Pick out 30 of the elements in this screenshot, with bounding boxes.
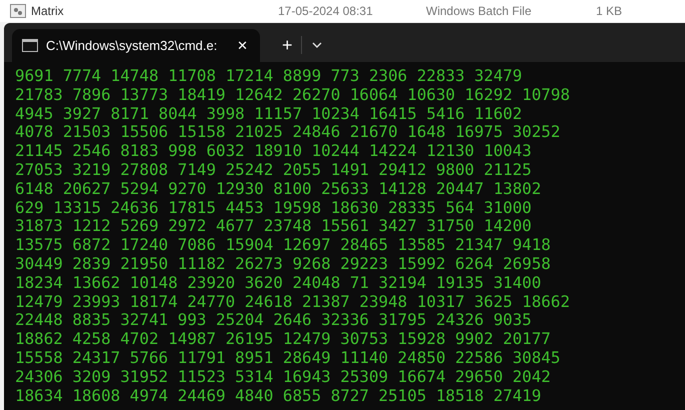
dropdown-chevron-icon[interactable]: [312, 42, 322, 48]
output-line: 4078 21503 15506 15158 21025 24846 21670 1648 16975 30252: [15, 123, 560, 142]
tab-title: C:\Windows\system32\cmd.e:: [46, 36, 218, 55]
output-line: 30449 2839 21950 11182 26273 9268 29223 15992 6264 26958: [15, 254, 551, 274]
file-type: Windows Batch File: [426, 3, 532, 20]
output-line: 9691 7774 14748 11708 17214 8899 773 2306 22833 32479: [15, 67, 522, 86]
output-line: 12479 23993 18174 24770 24618 21387 23948 10317 3625 18662: [15, 292, 570, 312]
output-line: 27053 3219 27808 7149 25242 2055 1491 29412 9800 21125: [15, 160, 532, 180]
output-line: 629 13315 24636 17815 4453 19598 18630 28335 564 31000: [15, 198, 532, 218]
output-line: 31873 1212 5269 2972 4677 23748 15561 3427 31750 14200: [15, 217, 532, 236]
terminal-tab[interactable]: C:\Windows\system32\cmd.e: ✕: [12, 29, 260, 62]
output-line: 21783 7896 13773 18419 12642 26270 16064 10630 16292 10798: [15, 86, 570, 105]
output-line: 18634 18608 4974 24469 4840 6855 8727 25105 18518 27419: [15, 386, 542, 406]
output-line: 18862 4258 4702 14987 26195 12479 30753 15928 9902 20177: [15, 330, 551, 349]
output-line: 6148 20627 5294 9270 12930 8100 25633 14128 20447 13802: [15, 180, 542, 199]
output-line: 24306 3209 31952 11523 5314 16943 25309 16674 29650 2042: [15, 368, 551, 387]
file-name: Matrix: [31, 3, 65, 20]
batch-file-icon: [10, 4, 26, 18]
new-tab-button[interactable]: +: [274, 29, 301, 62]
output-line: 4945 3927 8171 8044 3998 11157 10234 16415 5416 11602: [15, 104, 522, 124]
terminal-icon: [22, 39, 38, 52]
close-tab-button[interactable]: ✕: [235, 36, 250, 56]
output-line: 22448 8835 32741 993 25204 2646 32336 31795 24326 9035: [15, 311, 532, 330]
output-line: 21145 2546 8183 998 6032 18910 10244 14224 12130 10043: [15, 142, 532, 161]
output-line: 18234 13662 10148 23920 3620 24048 71 32194 19135 31400: [15, 274, 542, 293]
output-line: 13575 6872 17240 7086 15904 12697 28465 13585 21347 9418: [15, 236, 551, 255]
file-row[interactable]: Matrix 17-05-2024 08:31 Windows Batch File 1 KB: [0, 0, 685, 22]
output-line: 15558 24317 5766 11791 8951 28649 11140 24850 22586 30845: [15, 348, 560, 368]
file-modified: 17-05-2024 08:31: [278, 3, 374, 20]
file-size: 1 KB: [596, 3, 622, 20]
